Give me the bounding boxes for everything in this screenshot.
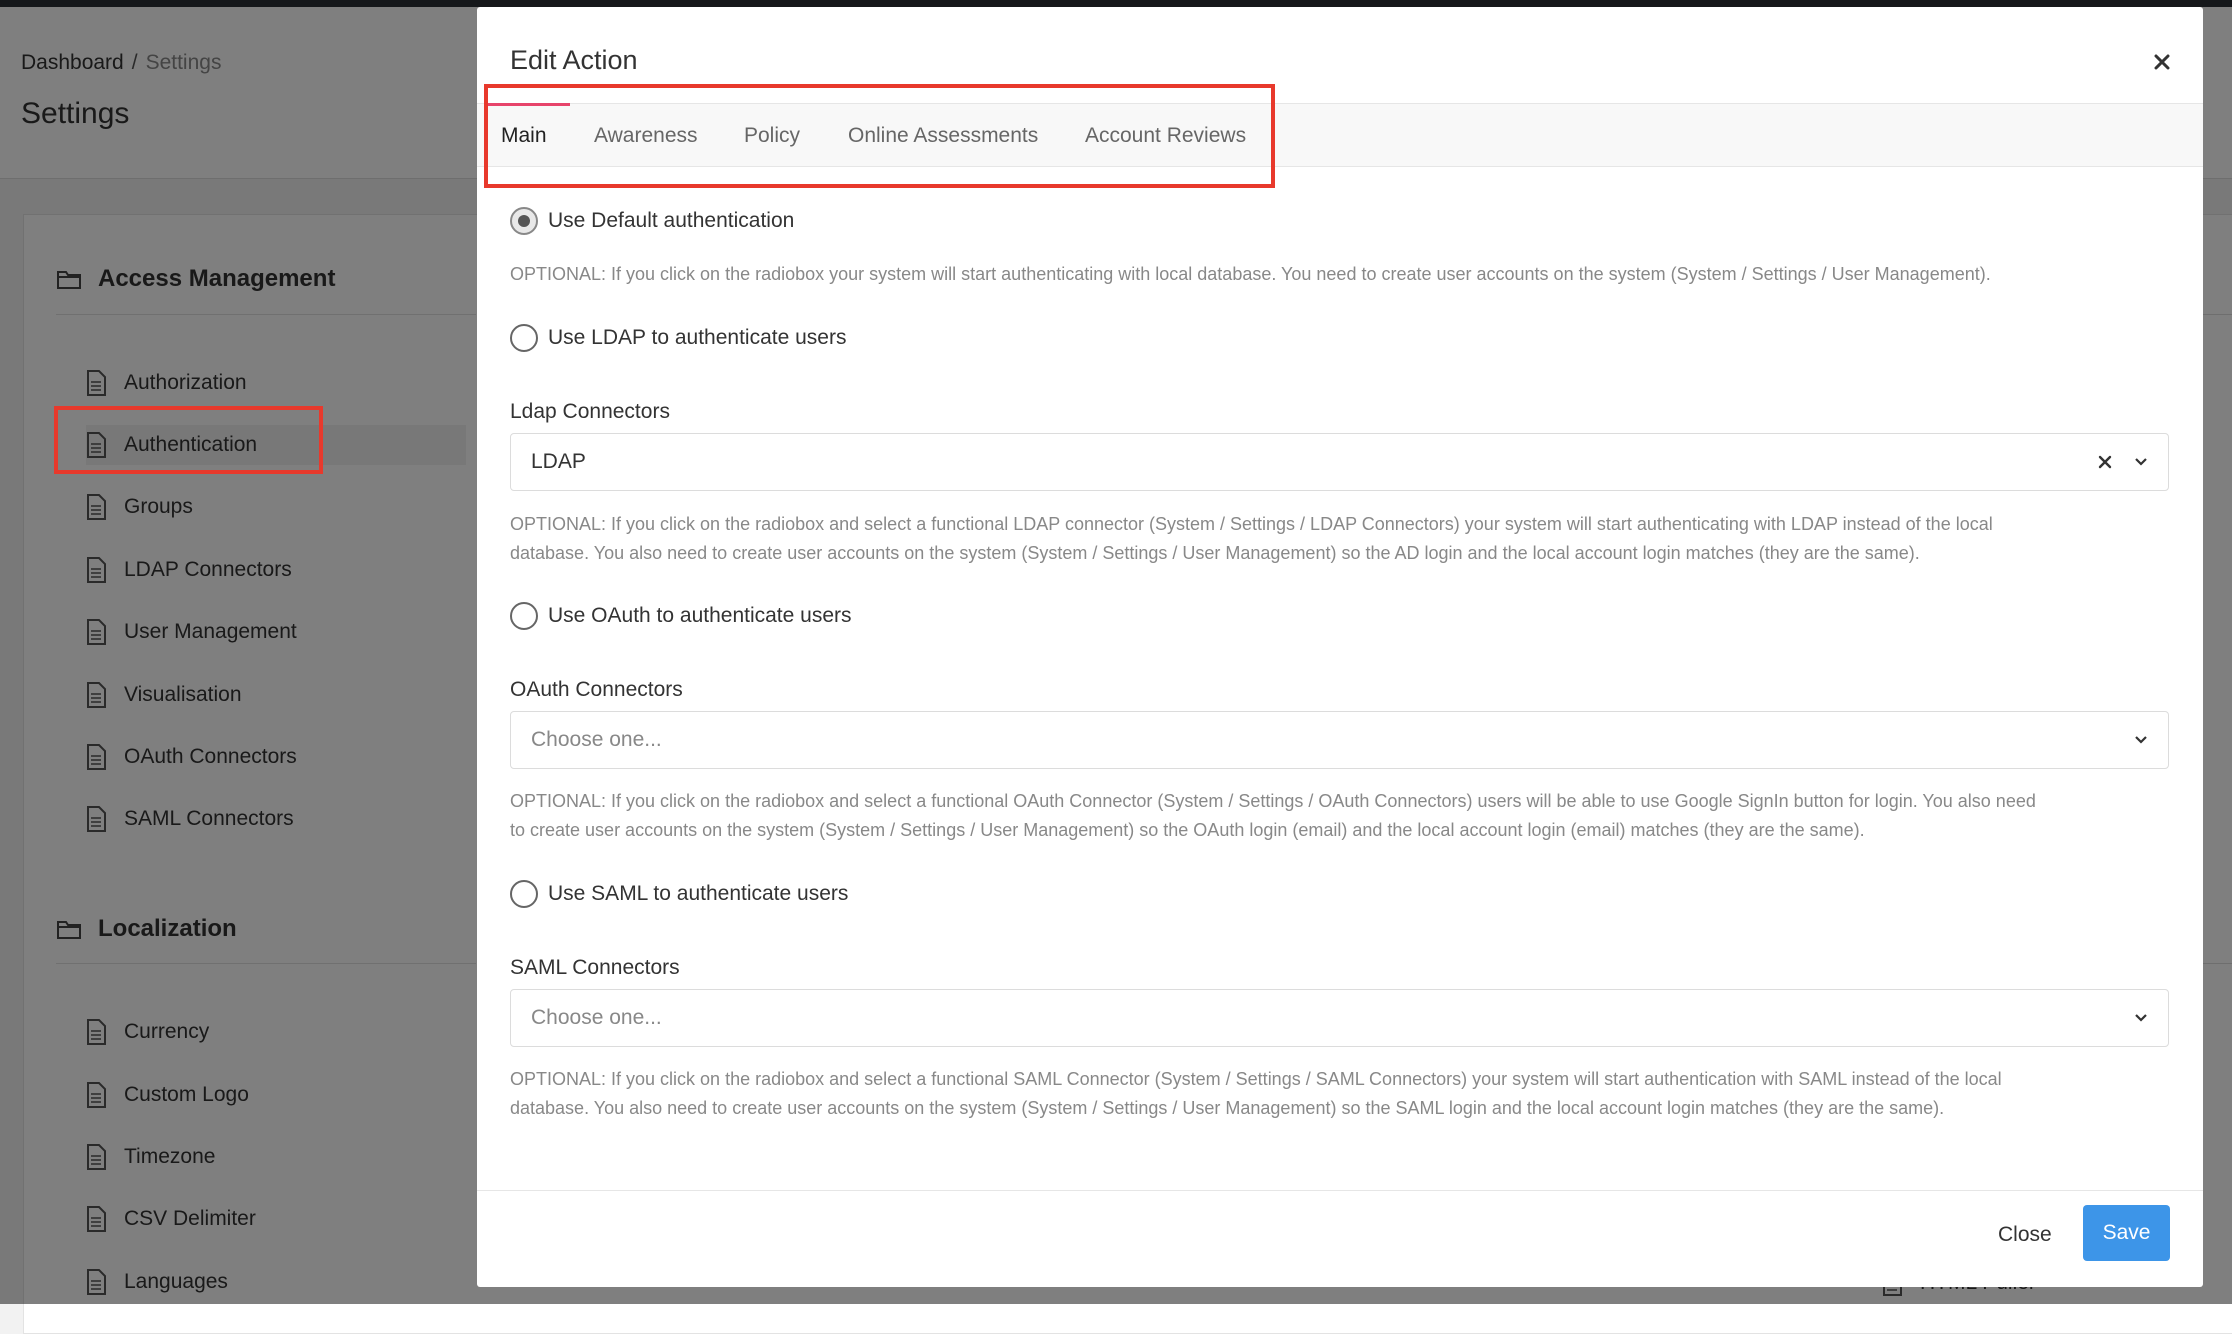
radio-label: Use LDAP to authenticate users (548, 326, 847, 349)
help-text-ldap: OPTIONAL: If you click on the radiobox a… (510, 510, 2170, 568)
chevron-down-icon[interactable] (2130, 1007, 2152, 1029)
select-placeholder: Choose one... (531, 728, 662, 751)
help-line: database. You also need to create user a… (510, 1098, 1945, 1118)
help-text-oauth: OPTIONAL: If you click on the radiobox a… (510, 787, 2170, 845)
annotation-box-authentication (54, 406, 323, 474)
help-line: OPTIONAL: If you click on the radiobox a… (510, 1069, 2002, 1089)
radio-default-authentication[interactable]: Use Default authentication (510, 207, 794, 235)
chevron-down-icon[interactable] (2130, 729, 2152, 751)
help-line: to create user accounts on the system (S… (510, 820, 1865, 840)
modal-footer: Close Save (477, 1190, 2203, 1287)
radio-button[interactable] (510, 207, 538, 235)
select-placeholder: Choose one... (531, 1006, 662, 1029)
help-text-default: OPTIONAL: If you click on the radiobox y… (510, 264, 1991, 284)
saml-connector-select[interactable]: Choose one... (510, 989, 2169, 1047)
radio-ldap-authentication[interactable]: Use LDAP to authenticate users (510, 324, 846, 352)
help-line: OPTIONAL: If you click on the radiobox a… (510, 514, 1993, 534)
radio-label: Use OAuth to authenticate users (548, 604, 852, 627)
radio-button[interactable] (510, 602, 538, 630)
oauth-connector-select[interactable]: Choose one... (510, 711, 2169, 769)
chevron-down-icon[interactable] (2130, 451, 2152, 473)
annotation-box-tabs (484, 84, 1275, 188)
saml-connectors-label: SAML Connectors (510, 956, 680, 979)
radio-saml-authentication[interactable]: Use SAML to authenticate users (510, 880, 848, 908)
modal-title: Edit Action (510, 45, 638, 75)
radio-button[interactable] (510, 324, 538, 352)
radio-label: Use Default authentication (548, 209, 795, 232)
close-button[interactable]: Close (1988, 1207, 2062, 1263)
radio-button[interactable] (510, 880, 538, 908)
clear-icon[interactable] (2094, 451, 2116, 473)
select-value: LDAP (531, 450, 586, 473)
edit-action-modal: Edit Action Main Awareness Policy Online… (477, 7, 2203, 1287)
oauth-connectors-label: OAuth Connectors (510, 678, 683, 701)
help-line: OPTIONAL: If you click on the radiobox a… (510, 791, 2036, 811)
ldap-connector-select[interactable]: LDAP (510, 433, 2169, 491)
radio-oauth-authentication[interactable]: Use OAuth to authenticate users (510, 602, 852, 630)
save-button[interactable]: Save (2083, 1205, 2170, 1261)
close-icon[interactable] (2149, 49, 2175, 75)
radio-label: Use SAML to authenticate users (548, 882, 849, 905)
ldap-connectors-label: Ldap Connectors (510, 400, 670, 423)
help-line: database. You also need to create user a… (510, 543, 1920, 563)
help-text-saml: OPTIONAL: If you click on the radiobox a… (510, 1065, 2170, 1123)
